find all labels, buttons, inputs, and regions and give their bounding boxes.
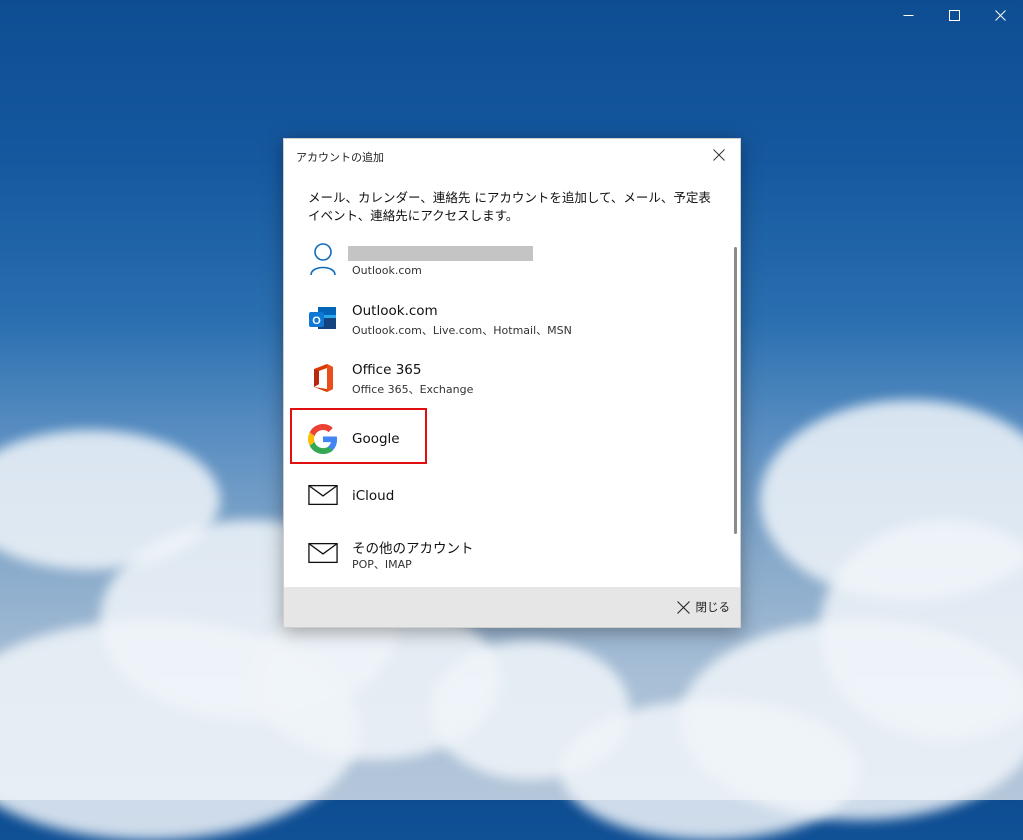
account-item-existing[interactable]: Outlook.com	[298, 238, 718, 288]
person-icon	[308, 243, 338, 276]
close-button[interactable]: 閉じる	[676, 599, 731, 615]
mail-icon	[308, 538, 338, 568]
add-account-dialog: アカウントの追加 メール、カレンダー、連絡先 にアカウントを追加して、メール、予…	[283, 138, 741, 628]
account-sub: Outlook.com、Live.com、Hotmail、MSN	[352, 324, 572, 337]
dialog-footer: 閉じる	[284, 587, 740, 627]
account-name: Outlook.com	[352, 303, 438, 319]
account-sub: Outlook.com	[352, 264, 422, 277]
maximize-button[interactable]	[931, 0, 977, 30]
dialog-close-icon[interactable]	[712, 148, 726, 162]
account-name: iCloud	[352, 488, 395, 504]
redacted-account-name	[348, 246, 533, 261]
minimize-button[interactable]	[885, 0, 931, 30]
account-name: その他のアカウント	[352, 541, 474, 557]
account-item-other[interactable]: その他のアカウント POP、IMAP	[298, 530, 718, 580]
close-window-button[interactable]	[977, 0, 1023, 30]
mail-icon	[308, 480, 338, 510]
google-highlight-box	[290, 408, 427, 464]
account-sub: POP、IMAP	[352, 558, 412, 571]
outlook-icon: O	[308, 304, 338, 334]
close-icon	[676, 600, 690, 614]
window-controls	[885, 0, 1023, 30]
svg-text:O: O	[312, 315, 321, 327]
account-item-office365[interactable]: Office 365 Office 365、Exchange	[298, 355, 718, 405]
close-label: 閉じる	[695, 600, 731, 614]
account-item-icloud[interactable]: iCloud	[298, 472, 718, 522]
maximize-icon	[948, 9, 960, 21]
account-name: Office 365	[352, 362, 422, 378]
dialog-title: アカウントの追加	[296, 151, 384, 164]
account-sub: Office 365、Exchange	[352, 383, 474, 396]
close-icon	[994, 9, 1006, 21]
scrollbar[interactable]	[734, 247, 737, 534]
account-item-outlook[interactable]: O Outlook.com Outlook.com、Live.com、Hotma…	[298, 296, 718, 346]
minimize-icon	[903, 14, 913, 16]
office-icon	[308, 363, 338, 393]
dialog-description: メール、カレンダー、連絡先 にアカウントを追加して、メール、予定表イベント、連絡…	[308, 190, 711, 223]
